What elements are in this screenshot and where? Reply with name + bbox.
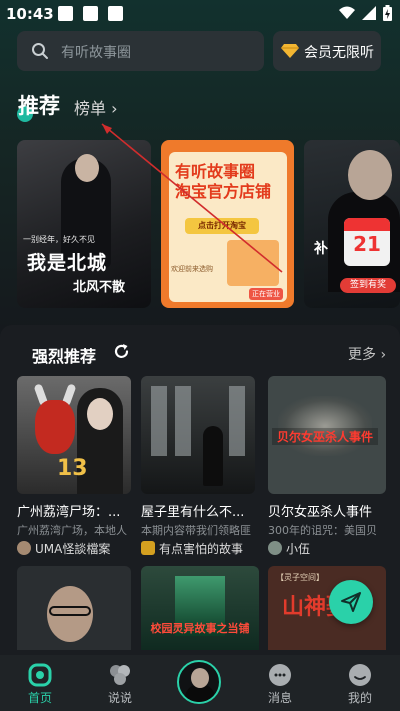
oni-mask <box>35 400 75 454</box>
avatar <box>141 541 155 555</box>
tab-label: 首页 <box>27 691 52 705</box>
home-icon <box>28 663 52 687</box>
story-desc: 本期内容带我们领略匪 <box>141 524 251 537</box>
story-author[interactable]: 小伍 <box>268 540 386 558</box>
thumb-window <box>175 386 191 456</box>
story-thumbnail[interactable] <box>17 566 131 650</box>
disc-face <box>191 668 209 688</box>
avatar <box>17 541 31 555</box>
thumb-label: 校园灵异故事之当铺 <box>150 622 250 635</box>
tab-label: 说说 <box>107 691 132 705</box>
more-link[interactable]: 更多 › <box>348 344 386 364</box>
thumb-label: 贝尔女巫杀人事件 <box>272 428 378 445</box>
tab-label: 消息 <box>267 691 292 705</box>
author-name: 有点害怕的故事 <box>159 542 244 556</box>
story-author[interactable]: 有点害怕的故事 <box>141 540 259 558</box>
open-taobao-button[interactable]: 点击打开淘宝 <box>185 218 259 234</box>
story-thumbnail <box>141 376 255 494</box>
section-title-strong: 强烈推荐 <box>32 347 97 366</box>
shop-note: 欢迎前来选购 <box>171 265 213 273</box>
send-icon <box>341 592 361 612</box>
battery-icon <box>383 5 392 21</box>
status-bar: 10:43 <box>0 0 400 28</box>
story-thumbnail: 13 <box>17 376 131 494</box>
search-input[interactable]: 有听故事圈 <box>17 31 264 71</box>
shop-title-line1: 有听故事圈 <box>175 162 256 181</box>
signal-icon <box>362 6 376 20</box>
story-thumbnail: 贝尔女巫杀人事件 <box>268 376 386 494</box>
tab-home[interactable]: 首页 <box>10 655 70 711</box>
post-button[interactable] <box>329 580 373 624</box>
avatar <box>268 541 282 555</box>
section-title-recommend: 推荐 <box>18 94 60 118</box>
thumb-tag: 【灵子空间】 <box>276 573 324 582</box>
shop-title: 有听故事圈 淘宝官方店铺 <box>175 162 271 202</box>
banner-card[interactable]: 补 21 签到有奖 <box>304 140 400 308</box>
wifi-icon <box>339 6 355 19</box>
shop-title-line2: 淘宝官方店铺 <box>175 182 272 201</box>
rank-link[interactable]: 榜单 › <box>74 95 118 119</box>
tab-posts[interactable]: 说说 <box>90 655 150 711</box>
status-time: 10:43 <box>6 5 54 23</box>
chat-bubbles-icon <box>110 665 130 685</box>
search-icon <box>32 43 48 59</box>
thumb-window <box>229 386 245 456</box>
banner-card[interactable]: 一别经年，好久不见 我是北城 北风不散 <box>17 140 151 308</box>
tab-label: 我的 <box>347 691 372 705</box>
notification-icon <box>58 6 73 21</box>
tab-profile[interactable]: 我的 <box>330 655 390 711</box>
shop-open-tag: 正在营业 <box>249 288 283 300</box>
now-playing-disc[interactable] <box>177 660 221 704</box>
vip-label: 会员无限听 <box>304 45 374 61</box>
story-title: 广州荔湾尸场：... <box>17 505 121 520</box>
thumb-figure <box>203 426 223 486</box>
profile-icon <box>349 664 371 686</box>
banner-figure-head <box>348 150 392 200</box>
calendar-icon: 21 <box>344 218 390 266</box>
calendar-day: 21 <box>353 232 381 256</box>
status-indicators <box>339 5 392 21</box>
thumb-badge: 13 <box>57 456 88 481</box>
app-notification-icon <box>108 6 123 21</box>
thumb-face <box>87 398 113 430</box>
sign-in-badge[interactable]: 签到有奖 <box>340 278 396 293</box>
author-name: UMA怪談檔案 <box>35 542 111 556</box>
vip-button[interactable]: 会员无限听 <box>273 31 381 71</box>
story-desc: 300年的诅咒：美国贝 <box>268 524 377 537</box>
diamond-icon <box>281 44 299 58</box>
thumb-crow <box>278 396 372 456</box>
thumb-glasses <box>49 606 91 616</box>
author-name: 小伍 <box>286 542 311 556</box>
banner-title: 我是北城 <box>27 252 108 274</box>
tab-messages[interactable]: 消息 <box>250 655 310 711</box>
search-placeholder: 有听故事圈 <box>61 45 131 61</box>
thumb-window <box>151 386 167 456</box>
banner-figure-head <box>75 154 99 182</box>
refresh-icon[interactable] <box>113 343 130 360</box>
message-icon <box>269 664 291 686</box>
calendar-header <box>344 218 390 231</box>
shop-illustration <box>227 240 279 286</box>
story-title: 屋子里有什么不... <box>141 505 245 520</box>
story-author[interactable]: UMA怪談檔案 <box>17 540 135 558</box>
story-thumbnail[interactable]: 校园灵异故事之当铺 <box>141 566 259 650</box>
story-desc: 广州荔湾广场，本地人 <box>17 524 127 537</box>
gallery-icon <box>83 6 98 21</box>
story-title: 贝尔女巫杀人事件 <box>268 505 373 520</box>
banner-glyph: 补 <box>314 241 328 257</box>
banner-card[interactable]: 有听故事圈 淘宝官方店铺 点击打开淘宝 欢迎前来选购 正在营业 <box>161 140 294 308</box>
banner-subtitle: 一别经年，好久不见 <box>23 235 95 244</box>
banner-title-secondary: 北风不散 <box>73 280 126 295</box>
